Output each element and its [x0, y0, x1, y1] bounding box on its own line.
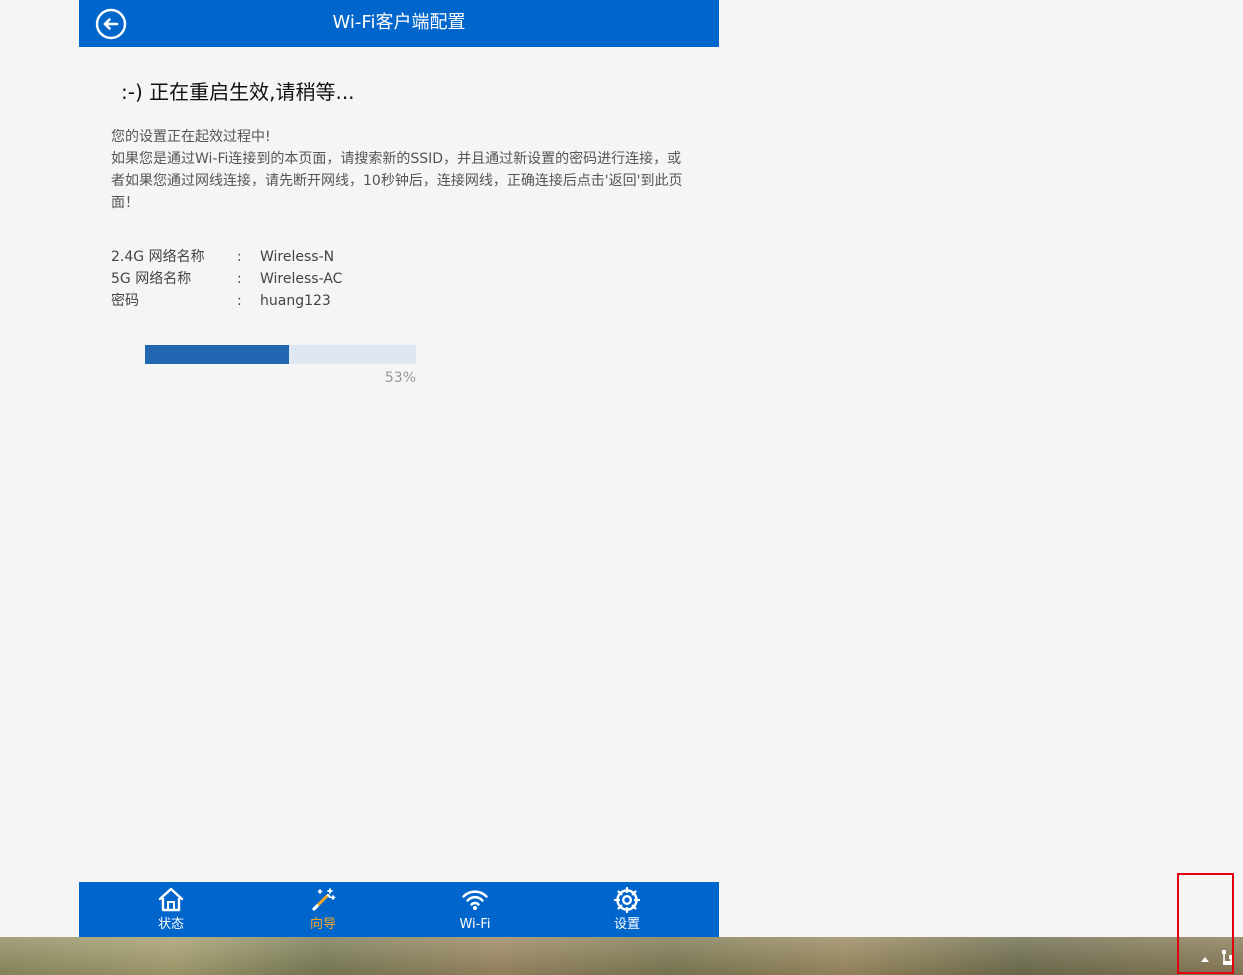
network-icon[interactable] [1221, 949, 1235, 967]
nav-wifi-label: Wi-Fi [459, 917, 491, 932]
info-label: 密码 [111, 293, 139, 309]
desktop-taskbar [0, 937, 1243, 975]
page-title: Wi-Fi客户端配置 [332, 12, 466, 33]
info-value: Wireless-AC [260, 271, 343, 287]
nav-status-label: 状态 [157, 917, 184, 932]
message-line-2: 如果您是通过Wi-Fi连接到的本页面，请搜索新的SSID，并且通过新设置的密码进… [111, 151, 683, 211]
info-row-24g-ssid: 2.4G 网络名称 : Wireless-N [111, 246, 342, 268]
router-app: Wi-Fi客户端配置 :-) 正在重启生效,请稍等... 您的设置正在起效过程中… [79, 0, 719, 937]
restart-message: 您的设置正在起效过程中! 如果您是通过Wi-Fi连接到的本页面，请搜索新的SSI… [111, 126, 691, 214]
nav-wifi[interactable]: Wi-Fi [399, 882, 551, 937]
info-colon: : [237, 271, 242, 287]
home-icon [158, 887, 184, 912]
info-label: 2.4G 网络名称 [111, 249, 205, 265]
header-bar: Wi-Fi客户端配置 [79, 0, 719, 47]
wifi-icon [462, 890, 488, 910]
nav-settings-label: 设置 [613, 917, 640, 932]
nav-wizard-label: 向导 [309, 917, 336, 932]
gear-icon [613, 886, 641, 914]
nav-wizard[interactable]: 向导 [247, 882, 399, 937]
progress-fill [145, 345, 289, 364]
bottom-navigation: 状态 向导 Wi-Fi 设置 [79, 882, 719, 937]
restart-progress-bar [145, 345, 416, 364]
nav-settings[interactable]: 设置 [551, 882, 703, 937]
info-value: huang123 [260, 293, 331, 309]
restart-status-heading: :-) 正在重启生效,请稍等... [121, 80, 355, 104]
nav-status[interactable]: 状态 [95, 882, 247, 937]
progress-percent-label: 53% [384, 370, 416, 386]
info-label: 5G 网络名称 [111, 271, 192, 287]
magic-wand-icon [312, 888, 336, 911]
network-info-table: 2.4G 网络名称 : Wireless-N 5G 网络名称 : Wireles… [111, 246, 342, 312]
info-value: Wireless-N [260, 249, 335, 265]
info-row-5g-ssid: 5G 网络名称 : Wireless-AC [111, 268, 342, 290]
info-colon: : [237, 249, 242, 265]
up-arrow-icon[interactable] [1200, 955, 1210, 963]
message-line-1: 您的设置正在起效过程中! [111, 129, 271, 145]
info-colon: : [237, 293, 242, 309]
info-row-password: 密码 : huang123 [111, 290, 342, 312]
